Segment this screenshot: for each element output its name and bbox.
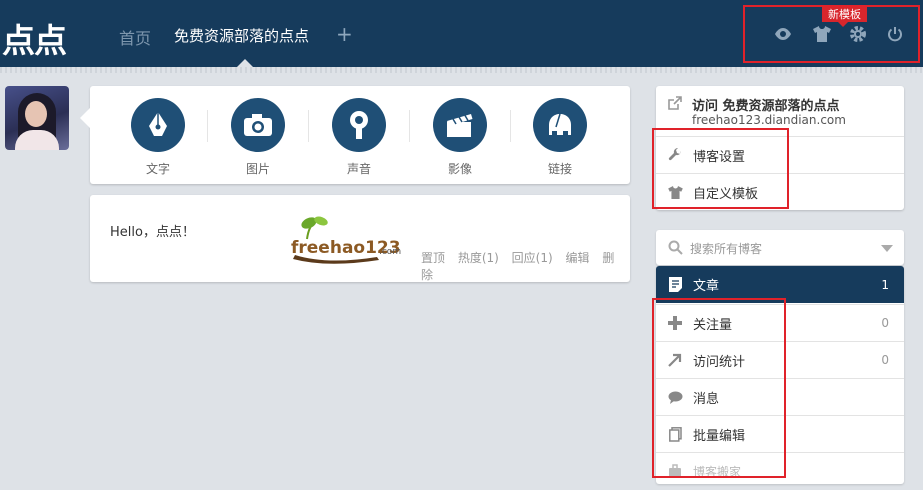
search-box[interactable]: 搜索所有博客	[656, 230, 904, 265]
post-type-label: 文字	[145, 162, 170, 176]
post-type-label: 图片	[245, 162, 270, 176]
chevron-down-icon[interactable]	[881, 245, 893, 252]
menu-item-count: 0	[881, 316, 889, 330]
search-input[interactable]: 搜索所有博客	[690, 240, 762, 257]
nav-home[interactable]: 首页	[119, 25, 151, 49]
microphone-icon	[350, 111, 368, 139]
visit-url: freehao123.diandian.com	[692, 113, 846, 127]
add-blog-button[interactable]: +	[336, 22, 353, 46]
highlight-box-menu	[652, 298, 786, 478]
pen-nib-icon	[149, 112, 167, 136]
avatar[interactable]	[5, 86, 69, 150]
post-image: freehao123 .com	[287, 213, 409, 265]
menu-item-label: 文章	[693, 279, 720, 294]
clapperboard-icon	[447, 114, 473, 137]
article-icon	[667, 277, 683, 293]
post-type-label: 链接	[547, 162, 572, 176]
nav-blog[interactable]: 免费资源部落的点点	[174, 25, 309, 46]
camera-icon	[244, 114, 272, 136]
post-type-label: 声音	[346, 162, 371, 176]
post-type-audio[interactable]: 声音	[331, 98, 387, 177]
post-type-photo[interactable]: 图片	[230, 98, 286, 177]
visit-title: 访问 免费资源部落的点点	[692, 99, 840, 114]
logo[interactable]: 点点	[2, 14, 67, 62]
post-type-video[interactable]: 影像	[432, 98, 488, 177]
post-card: Hello，点点！ freehao123 .com 置顶 热度(1) 回应(1)…	[90, 195, 630, 282]
edit-link[interactable]: 编辑	[566, 251, 590, 265]
post-type-text[interactable]: 文字	[130, 98, 186, 177]
external-link-icon	[667, 96, 682, 115]
reply-link[interactable]: 回应(1)	[512, 251, 553, 265]
pin-link[interactable]: 置顶	[421, 251, 445, 265]
menu-item-count: 0	[881, 353, 889, 367]
post-type-link[interactable]: 链接	[532, 98, 588, 177]
search-icon	[668, 240, 683, 259]
link-icon	[549, 113, 571, 137]
post-type-label: 影像	[447, 162, 472, 176]
header-stripe	[0, 67, 923, 73]
post-text: Hello，点点！	[110, 225, 195, 240]
highlight-box-settings	[652, 128, 789, 209]
highlight-box-header	[743, 5, 920, 63]
post-image-suffix: .com	[379, 247, 401, 257]
post-actions: 置顶 热度(1) 回应(1) 编辑 删除	[421, 249, 630, 283]
nav-active-caret	[237, 59, 253, 67]
menu-item-count: 1	[881, 277, 889, 292]
heat-link[interactable]: 热度(1)	[458, 251, 499, 265]
post-type-bar: 文字 图片 声音 影像 链接	[80, 86, 630, 184]
